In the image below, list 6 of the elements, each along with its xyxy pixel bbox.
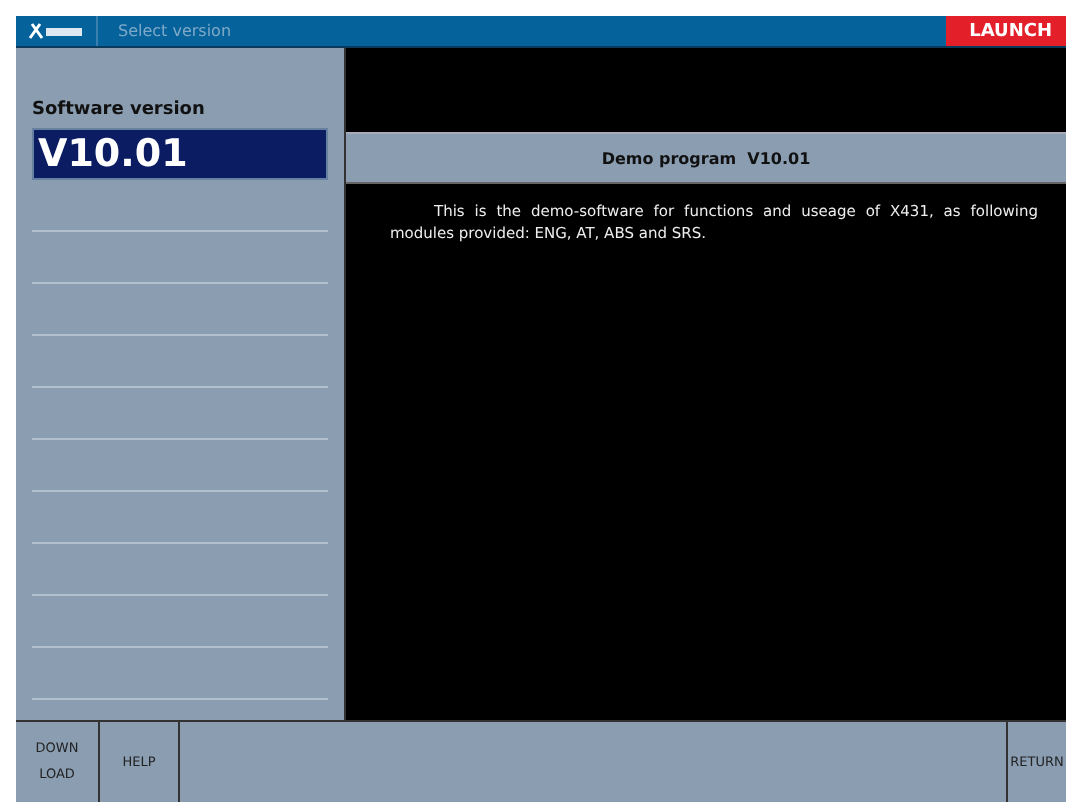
logo-icon xyxy=(28,22,84,40)
brand-label: LAUNCH xyxy=(945,16,1066,46)
content-header: Demo program V10.01 xyxy=(346,132,1066,184)
version-item[interactable]: V10.01 xyxy=(32,128,328,180)
window-title: Select version xyxy=(116,22,234,40)
sidebar-heading: Software version xyxy=(32,100,207,120)
